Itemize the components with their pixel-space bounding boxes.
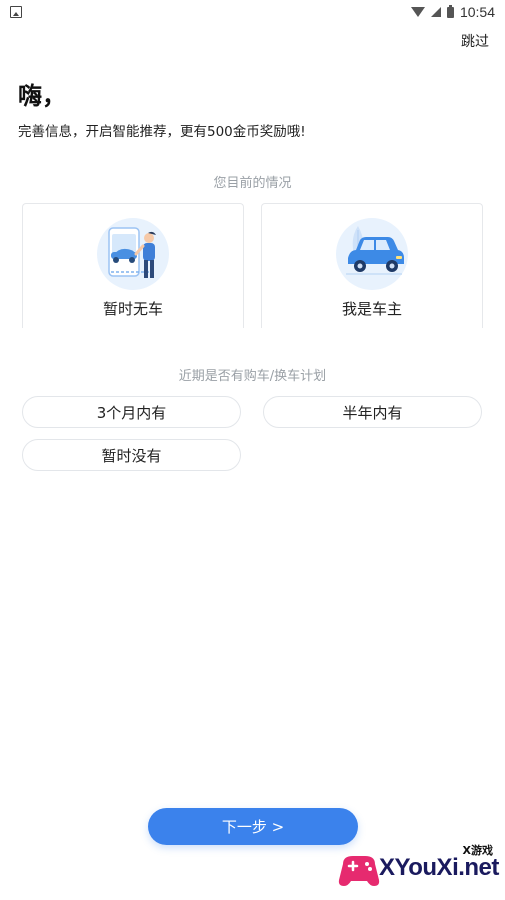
intro-subtitle: 完善信息，开启智能推荐，更有500金币奖励哦!: [18, 124, 306, 140]
watermark: X游戏 XYouXi.net: [337, 840, 499, 894]
signal-icon: [430, 7, 441, 17]
option-card-no-car[interactable]: 暂时无车: [22, 203, 244, 328]
next-step-button[interactable]: 下一步 >: [148, 808, 358, 845]
greeting-title: 嗨，: [18, 82, 66, 110]
wifi-icon: [410, 7, 425, 17]
plan-option-3-months[interactable]: 3个月内有: [22, 396, 241, 428]
status-left: [10, 6, 22, 18]
plan-option-half-year[interactable]: 半年内有: [263, 396, 482, 428]
status-time: 10:54: [459, 4, 495, 20]
status-bar: 10:54: [0, 0, 505, 24]
plan-label: 近期是否有购车/换车计划: [178, 369, 327, 384]
blue-car-icon: [336, 218, 408, 290]
battery-icon: [446, 4, 454, 18]
notification-icon: [10, 6, 22, 18]
option-card-car-owner[interactable]: 我是车主: [261, 203, 483, 328]
option-card-car-owner-label: 我是车主: [341, 300, 402, 318]
watermark-brand: XYouXi.net: [379, 854, 499, 881]
gamepad-logo-icon: [338, 856, 380, 886]
option-card-no-car-label: 暂时无车: [102, 300, 163, 318]
skip-button[interactable]: 跳过: [461, 31, 489, 51]
situation-label: 您目前的情况: [213, 176, 292, 191]
status-right: 10:54: [410, 4, 495, 20]
person-with-car-icon: [97, 218, 169, 290]
plan-option-none[interactable]: 暂时没有: [22, 439, 241, 471]
